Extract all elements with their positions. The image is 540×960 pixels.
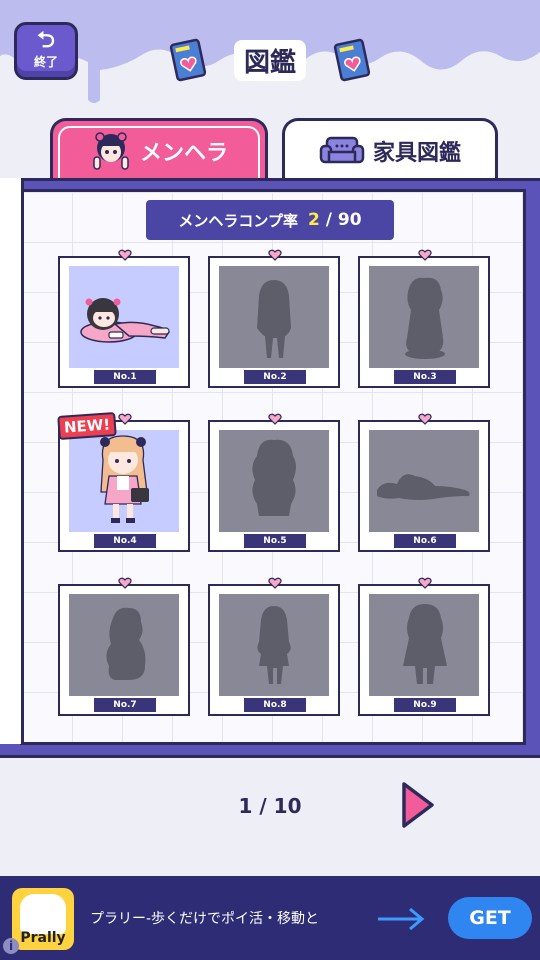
collection-card[interactable]: No.9 bbox=[358, 577, 490, 716]
locked-silhouette bbox=[219, 266, 329, 368]
locked-silhouette bbox=[219, 594, 329, 696]
locked-silhouette bbox=[69, 594, 179, 696]
card-number: No.9 bbox=[394, 698, 456, 712]
collection-card[interactable]: No.8 bbox=[208, 577, 340, 716]
page-title: 図鑑 bbox=[233, 39, 306, 81]
locked-silhouette bbox=[369, 594, 479, 696]
heart-icon bbox=[268, 413, 282, 425]
heart-icon bbox=[418, 249, 432, 261]
completion-count: 2 bbox=[307, 210, 320, 230]
completion-total: / 90 bbox=[325, 210, 362, 230]
card-number: No.8 bbox=[244, 698, 306, 712]
menhera-girl-icon bbox=[93, 131, 129, 170]
card-number: No.2 bbox=[244, 370, 306, 384]
heart-icon bbox=[268, 577, 282, 589]
standing-girl-illustration bbox=[100, 435, 149, 523]
collection-card[interactable]: No.3 bbox=[358, 249, 490, 388]
lying-girl-illustration bbox=[80, 298, 170, 343]
heart-icon bbox=[118, 249, 132, 261]
character-portrait bbox=[69, 430, 179, 532]
get-button[interactable]: GET bbox=[448, 897, 532, 939]
locked-silhouette bbox=[369, 266, 479, 368]
card-number: No.3 bbox=[394, 370, 456, 384]
collection-card[interactable]: No.2 bbox=[208, 249, 340, 388]
arrow-right-icon bbox=[378, 907, 425, 931]
collection-card[interactable]: No.6 bbox=[358, 413, 490, 552]
info-icon[interactable]: i bbox=[3, 938, 19, 954]
page-header: 図鑑 bbox=[0, 38, 540, 82]
card-number: No.1 bbox=[94, 370, 156, 384]
book-icon bbox=[169, 38, 207, 82]
card-number: No.6 bbox=[394, 534, 456, 548]
tab-furniture[interactable]: 家具図鑑 bbox=[282, 118, 498, 180]
ad-banner[interactable]: Prally プラリー-歩くだけでポイ活・移動と GET bbox=[0, 876, 540, 960]
next-page-arrow-icon[interactable] bbox=[400, 780, 436, 830]
ad-logo-text: Prally bbox=[20, 930, 66, 946]
new-badge: NEW! bbox=[57, 411, 117, 441]
character-portrait bbox=[69, 266, 179, 368]
heart-icon bbox=[418, 577, 432, 589]
locked-silhouette bbox=[369, 430, 479, 532]
locked-silhouette bbox=[219, 430, 329, 532]
card-number: No.4 bbox=[94, 534, 156, 548]
card-number: No.5 bbox=[244, 534, 306, 548]
sofa-icon bbox=[319, 136, 365, 163]
card-number: No.7 bbox=[94, 698, 156, 712]
heart-icon bbox=[118, 577, 132, 589]
tab-menhera[interactable]: メンヘラ bbox=[50, 118, 268, 180]
completion-rate-bar: メンヘラコンプ率 2 / 90 bbox=[146, 200, 394, 240]
book-icon bbox=[333, 38, 371, 82]
ad-text: プラリー-歩くだけでポイ活・移動と bbox=[90, 911, 320, 927]
page-indicator: 1 / 10 bbox=[238, 794, 302, 818]
completion-label: メンヘラコンプ率 bbox=[178, 211, 298, 230]
collection-card[interactable]: No.5 bbox=[208, 413, 340, 552]
prally-logo: Prally bbox=[12, 888, 74, 950]
collection-card[interactable]: No.1 bbox=[58, 249, 190, 388]
collection-card[interactable]: No.4 bbox=[58, 413, 190, 552]
heart-icon bbox=[118, 413, 132, 425]
heart-icon bbox=[418, 413, 432, 425]
heart-icon bbox=[268, 249, 282, 261]
tab-furniture-label: 家具図鑑 bbox=[372, 140, 461, 166]
collection-card[interactable]: No.7 bbox=[58, 577, 190, 716]
tab-menhera-label: メンヘラ bbox=[139, 140, 228, 166]
book-page-edge bbox=[0, 178, 24, 744]
